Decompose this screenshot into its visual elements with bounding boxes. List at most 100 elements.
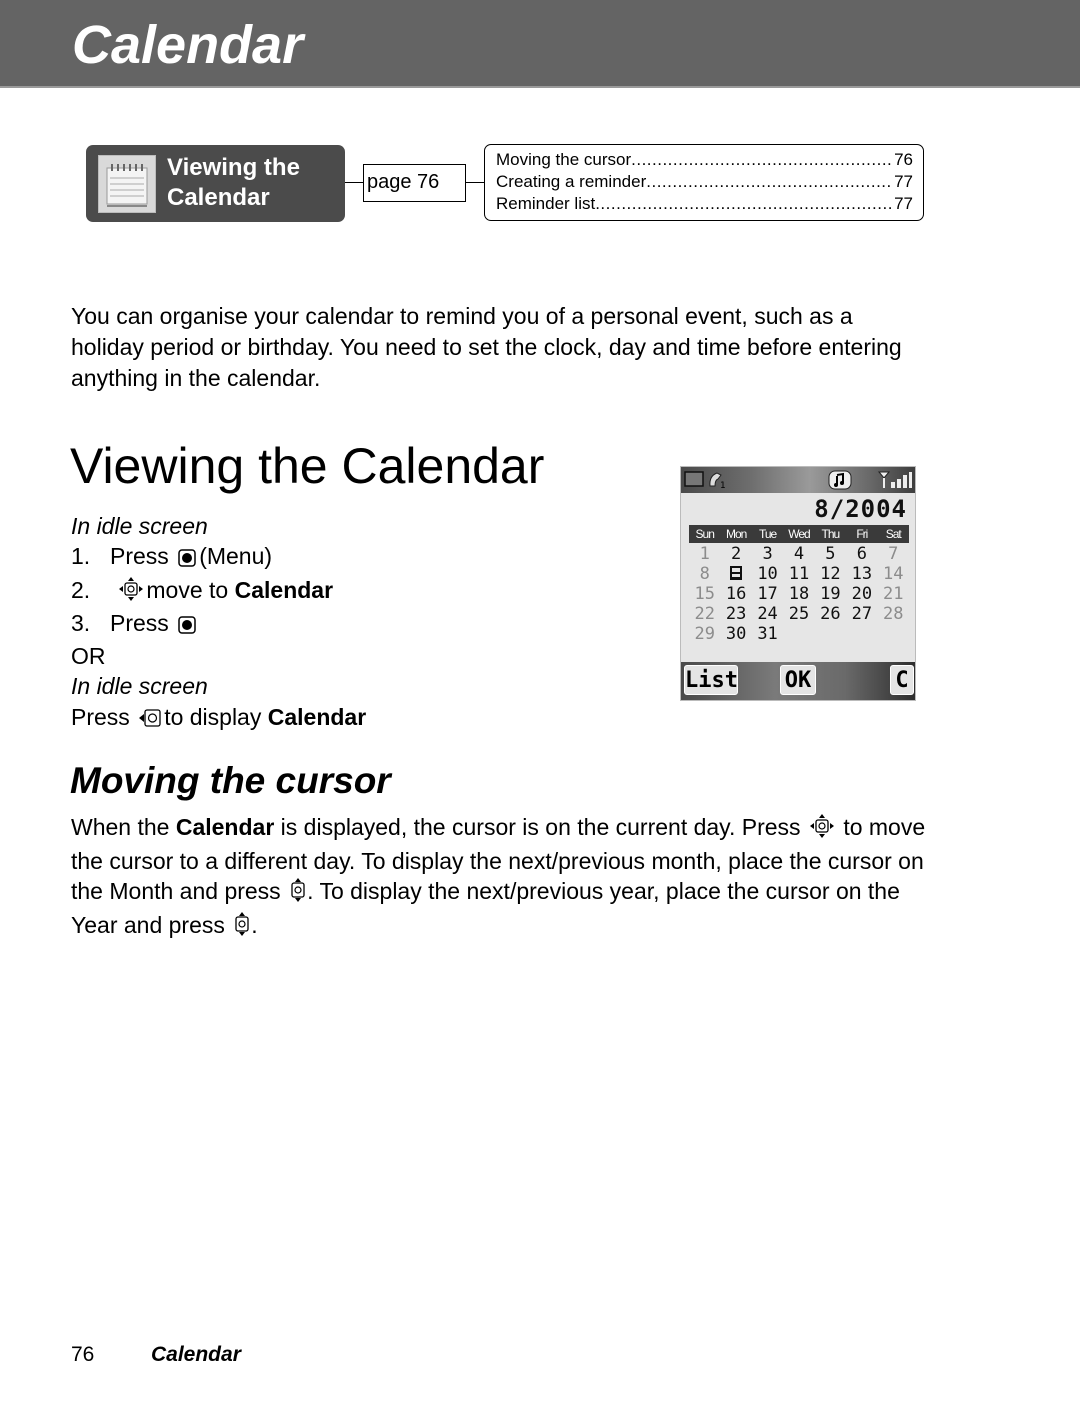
- toc-entry[interactable]: Creating a reminder 77: [496, 171, 913, 193]
- calendar-day[interactable]: 25: [783, 604, 814, 624]
- calendar-day-grid: 1 2 3 4 5 6 7 8 10 11 12 13 14 15 16 17 18 19 20 21 22 23 24 25…: [689, 544, 909, 644]
- step-text: Press: [110, 609, 169, 636]
- toc-entry[interactable]: Reminder list 77: [496, 193, 913, 215]
- step-text: (Menu): [199, 543, 273, 570]
- calendar-day[interactable]: 8: [689, 564, 720, 584]
- intro-paragraph: You can organise your calendar to remind…: [71, 303, 902, 391]
- step-bold-text: Calendar: [267, 703, 367, 730]
- section-title: Viewing the Calendar: [167, 153, 300, 213]
- calendar-day[interactable]: 23: [720, 604, 751, 624]
- calendar-day[interactable]: 29: [689, 624, 720, 644]
- calendar-day[interactable]: 12: [815, 564, 846, 584]
- chapter-title: Calendar: [72, 15, 304, 75]
- phone-status-bar: 1: [681, 467, 915, 493]
- para-text: When the: [71, 814, 176, 840]
- toc-entry-label: Reminder list: [496, 194, 596, 213]
- moving-cursor-paragraph: When the Calendar is displayed, the curs…: [71, 812, 941, 943]
- calendar-day[interactable]: 20: [846, 584, 877, 604]
- signal-strength-icon: [877, 470, 913, 494]
- calendar-day[interactable]: 19: [815, 584, 846, 604]
- ok-softkey[interactable]: OK: [780, 665, 816, 695]
- calendar-day[interactable]: 14: [878, 564, 909, 584]
- list-softkey[interactable]: List: [684, 665, 738, 695]
- battery-icon: [684, 470, 704, 492]
- toc-entry[interactable]: Moving the cursor 76: [496, 149, 913, 171]
- calendar-day[interactable]: 10: [752, 564, 783, 584]
- calendar-day[interactable]: 11: [783, 564, 814, 584]
- calendar-day[interactable]: 13: [846, 564, 877, 584]
- step-number: 2.: [71, 576, 91, 603]
- calendar-day-empty: [783, 624, 814, 644]
- navigation-key-icon: [809, 814, 834, 846]
- navigation-key-icon: [119, 576, 144, 608]
- para-text: .: [251, 911, 258, 938]
- para-text: is displayed, the cursor is on the curre…: [274, 814, 801, 840]
- softkey-bar: List OK C: [681, 662, 915, 700]
- calendar-day[interactable]: 27: [846, 604, 877, 624]
- vibrate-ring-icon: [823, 470, 857, 494]
- step-text: move to: [146, 576, 235, 603]
- section-nav-box: Viewing the Calendar: [86, 145, 345, 222]
- or-label: OR: [71, 643, 106, 670]
- up-down-key-icon: [290, 878, 306, 910]
- step-text: Press: [110, 543, 169, 570]
- calendar-day[interactable]: 5: [815, 544, 846, 564]
- calendar-day[interactable]: 18: [783, 584, 814, 604]
- step-text: to display: [164, 703, 268, 730]
- calendar-day[interactable]: 21: [878, 584, 909, 604]
- line-1-icon: 1: [707, 470, 727, 494]
- connector-line: [345, 182, 364, 183]
- section-heading: Viewing the Calendar: [70, 438, 545, 494]
- toc-entry-page: 77: [894, 172, 913, 191]
- calendar-day[interactable]: 26: [815, 604, 846, 624]
- toc-leader-dots: [631, 149, 892, 171]
- month-year-display[interactable]: 8/2004: [814, 495, 907, 523]
- up-down-key-icon: [234, 911, 250, 944]
- calendar-day[interactable]: 3: [752, 544, 783, 564]
- connector-line: [466, 182, 485, 183]
- para-bold-text: Calendar: [175, 814, 275, 840]
- toc-entry-page: 76: [894, 150, 913, 169]
- weekday-label: Tue: [758, 527, 777, 541]
- page-number: 76: [71, 1343, 95, 1366]
- weekday-label: Mon: [725, 527, 747, 541]
- calendar-day[interactable]: 4: [783, 544, 814, 564]
- weekday-label: Sun: [695, 527, 715, 541]
- calendar-day[interactable]: 17: [752, 584, 783, 604]
- calendar-notepad-icon: [98, 155, 156, 213]
- calendar-day[interactable]: 31: [752, 624, 783, 644]
- step-item: 2. move to Calendar: [71, 575, 366, 608]
- calendar-day[interactable]: 28: [878, 604, 909, 624]
- calendar-day[interactable]: 6: [846, 544, 877, 564]
- calendar-day-empty: [878, 624, 909, 644]
- context-label: In idle screen: [71, 673, 208, 700]
- calendar-day[interactable]: 30: [720, 624, 751, 644]
- table-of-contents: Moving the cursor 76 Creating a reminder…: [484, 144, 924, 221]
- center-key-icon: [178, 611, 196, 641]
- step-item: 3. Press: [71, 608, 366, 641]
- calendar-day[interactable]: 2: [720, 544, 751, 564]
- toc-entry-page: 77: [894, 194, 913, 213]
- calendar-day[interactable]: 24: [752, 604, 783, 624]
- step-bold-text: Calendar: [234, 576, 334, 603]
- calendar-day[interactable]: 15: [689, 584, 720, 604]
- weekday-label: Wed: [788, 527, 810, 541]
- page-reference[interactable]: page 76: [363, 164, 466, 202]
- calendar-day-empty: [815, 624, 846, 644]
- clear-softkey[interactable]: C: [890, 665, 914, 695]
- calendar-day-current[interactable]: [720, 564, 751, 584]
- calendar-day[interactable]: 16: [720, 584, 751, 604]
- weekday-label: Sat: [885, 527, 902, 541]
- weekday-header-row: Sun Mon Tue Wed Thu Fri Sat: [689, 525, 909, 543]
- section-title-line1: Viewing the: [167, 154, 300, 181]
- step-number: 3.: [71, 609, 91, 636]
- weekday-label: Thu: [821, 527, 841, 541]
- calendar-day[interactable]: 22: [689, 604, 720, 624]
- calendar-day[interactable]: 7: [878, 544, 909, 564]
- toc-leader-dots: [595, 193, 892, 215]
- alt-instruction: Press to display Calendar: [71, 702, 366, 735]
- calendar-day-empty: [846, 624, 877, 644]
- step-text: Press: [71, 703, 130, 730]
- calendar-day[interactable]: 1: [689, 544, 720, 564]
- context-label: In idle screen: [71, 513, 208, 539]
